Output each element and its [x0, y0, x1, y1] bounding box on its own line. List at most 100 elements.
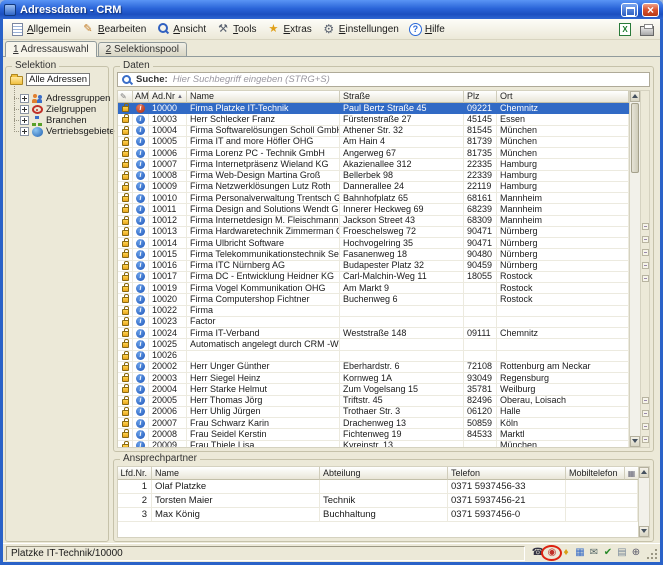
list-icon[interactable] [615, 546, 629, 560]
table-row[interactable]: 10009 Firma Netzwerklösungen Lutz Roth D… [118, 182, 629, 193]
column-chooser-button[interactable] [625, 467, 638, 480]
table-row[interactable]: 10004 Firma Softwarelösungen Scholl GmbH… [118, 126, 629, 137]
table-row[interactable]: 10010 Firma Personalverwaltung Trentsch … [118, 193, 629, 204]
scrollbar-track[interactable] [630, 174, 640, 436]
close-button[interactable] [642, 3, 659, 17]
mail-icon[interactable] [587, 546, 601, 560]
expand-icon[interactable] [20, 94, 29, 103]
table-row[interactable]: 10008 Firma Web-Design Martina Groß Bell… [118, 171, 629, 182]
scrollbar-thumb[interactable] [631, 103, 639, 173]
tree-item-branchen[interactable]: Branchen [20, 115, 106, 126]
tab-adressauswahl[interactable]: 1 Adressauswahl [5, 41, 97, 57]
table-row[interactable]: 10024 Firma IT-Verband Weststraße 148 09… [118, 328, 629, 339]
table-row[interactable]: 10025 Automatisch angelegt durch CRM -Wi… [118, 339, 629, 350]
column-header-edit[interactable] [118, 91, 133, 103]
cell-plz [464, 441, 497, 448]
contact-row[interactable]: 2 Torsten Maier Technik 0371 5937456-21 [118, 494, 638, 508]
column-header-abteilung[interactable]: Abteilung [320, 467, 448, 480]
menu-item-extras[interactable]: Extras [261, 20, 316, 38]
table-row[interactable]: 20006 Herr Uhlig Jürgen Trothaer Str. 3 … [118, 407, 629, 418]
column-header-mobiltelefon[interactable]: Mobiltelefon [566, 467, 625, 480]
cell-strasse: Bahnhofplatz 65 [340, 193, 464, 204]
table-row[interactable]: 10011 Firma Design and Solutions Wendt G… [118, 204, 629, 215]
table-row[interactable]: 20005 Herr Thomas Jörg Triftstr. 45 8249… [118, 396, 629, 407]
table-row[interactable]: 10013 Firma Hardwaretechnik Zimmerman OH… [118, 227, 629, 238]
sync-icon[interactable] [629, 546, 643, 560]
table-row[interactable]: 10015 Firma Telekommunikationstechnik Se… [118, 249, 629, 260]
table-row[interactable]: 20004 Herr Starke Helmut Zum Vogelsang 1… [118, 384, 629, 395]
record-icon[interactable] [545, 546, 559, 560]
table-row[interactable]: 20002 Herr Unger Günther Eberhardstr. 6 … [118, 362, 629, 373]
tree-item-zielgruppen[interactable]: Zielgruppen [20, 104, 106, 115]
table-row[interactable]: 10014 Firma Ulbricht Software Hochvogelr… [118, 238, 629, 249]
key-icon[interactable] [559, 546, 573, 560]
grid-side-button[interactable] [642, 410, 649, 417]
expand-icon[interactable] [20, 105, 29, 114]
grid-side-button[interactable] [642, 223, 649, 230]
scroll-down-button[interactable] [639, 526, 649, 537]
tree-item-alle-adressen[interactable]: Alle Adressen [10, 73, 106, 86]
scroll-down-button[interactable] [630, 436, 640, 447]
column-header-strasse[interactable]: Straße [340, 91, 464, 103]
grid-side-button[interactable] [642, 397, 649, 404]
table-row[interactable]: 10007 Firma Internetpräsenz Wieland KG A… [118, 159, 629, 170]
grid-side-button[interactable] [642, 423, 649, 430]
expand-icon[interactable] [20, 127, 29, 136]
tree-item-adressgruppen[interactable]: Adressgruppen [20, 93, 106, 104]
phone-icon[interactable] [531, 546, 545, 560]
column-header-telefon[interactable]: Telefon [448, 467, 566, 480]
table-row[interactable]: 10005 Firma IT and more Höfler OHG Am Ha… [118, 137, 629, 148]
table-row[interactable]: 10017 Firma DC - Entwicklung Heidner KG … [118, 272, 629, 283]
table-row[interactable]: 10006 Firma Lorenz PC - Technik GmbH Ang… [118, 148, 629, 159]
column-header-plz[interactable]: Plz [464, 91, 497, 103]
scroll-up-button[interactable] [639, 467, 649, 478]
table-row[interactable]: 20008 Frau Seidel Kerstin Fichtenweg 19 … [118, 429, 629, 440]
column-header-name[interactable]: Name [187, 91, 340, 103]
menu-item-ansicht[interactable]: Ansicht [151, 20, 211, 38]
menu-item-tools[interactable]: Tools [211, 20, 261, 38]
search-input[interactable] [171, 74, 649, 86]
table-row[interactable]: 10000 Firma Platzke IT-Technik Paul Bert… [118, 103, 629, 114]
cell-adnr: 20006 [149, 407, 187, 418]
table-row[interactable]: 20009 Frau Thiele Lisa Kyreinstr. 13 Mün… [118, 441, 629, 448]
menu-item-hilfe[interactable]: Hilfe [404, 21, 450, 38]
table-row[interactable]: 10026 [118, 351, 629, 362]
table-row[interactable]: 10003 Herr Schlecker Franz Fürstenstraße… [118, 114, 629, 125]
scroll-up-button[interactable] [630, 91, 640, 102]
table-row[interactable]: 20003 Herr Siegel Heinz Kornweg 1A 93049… [118, 373, 629, 384]
grid-side-button[interactable] [642, 436, 649, 443]
scrollbar-track[interactable] [639, 478, 649, 526]
column-header-lfdnr[interactable]: Lfd.Nr. [118, 467, 152, 480]
restore-button[interactable] [621, 3, 638, 17]
menu-item-einstellungen[interactable]: Einstellungen [317, 20, 404, 38]
contact-row[interactable]: 1 Olaf Platzke 0371 5937456-33 [118, 480, 638, 494]
table-row[interactable]: 10012 Firma Internetdesign M. Fleischman… [118, 216, 629, 227]
column-header-name[interactable]: Name [152, 467, 320, 480]
resize-grip[interactable] [646, 548, 658, 560]
expand-icon[interactable] [20, 116, 29, 125]
lock-icon [122, 207, 129, 213]
table-row[interactable]: 10019 Firma Vogel Kommunikation OHG Am M… [118, 283, 629, 294]
menu-item-bearbeiten[interactable]: Bearbeiten [76, 20, 151, 38]
check-icon[interactable] [601, 546, 615, 560]
tab-selektionspool[interactable]: 2 Selektionspool [98, 42, 187, 56]
tree-item-vertriebsgebiete[interactable]: Vertriebsgebiete [20, 126, 106, 137]
column-header-am[interactable]: AM [133, 91, 149, 103]
table-row[interactable]: 20007 Frau Schwarz Karin Drachenweg 13 5… [118, 418, 629, 429]
excel-export-button[interactable] [616, 21, 634, 37]
column-header-adnr[interactable]: Ad.Nr [149, 91, 187, 103]
table-row[interactable]: 10016 Firma ITC Nürnberg AG Budapester P… [118, 261, 629, 272]
grid-side-button[interactable] [642, 249, 649, 256]
print-button[interactable] [638, 21, 656, 37]
grid-side-button[interactable] [642, 275, 649, 282]
grid-side-button[interactable] [642, 262, 649, 269]
contact-row[interactable]: 3 Max König Buchhaltung 0371 5937456-0 [118, 508, 638, 522]
magnifier-icon[interactable] [120, 74, 133, 86]
table-row[interactable]: 10023 Factor [118, 317, 629, 328]
grid-side-button[interactable] [642, 236, 649, 243]
column-header-ort[interactable]: Ort [497, 91, 629, 103]
grid-icon[interactable] [573, 546, 587, 560]
table-row[interactable]: 10022 Firma [118, 306, 629, 317]
menu-item-allgemein[interactable]: Allgemein [5, 20, 76, 38]
table-row[interactable]: 10020 Firma Computershop Fichtner Buchen… [118, 294, 629, 305]
